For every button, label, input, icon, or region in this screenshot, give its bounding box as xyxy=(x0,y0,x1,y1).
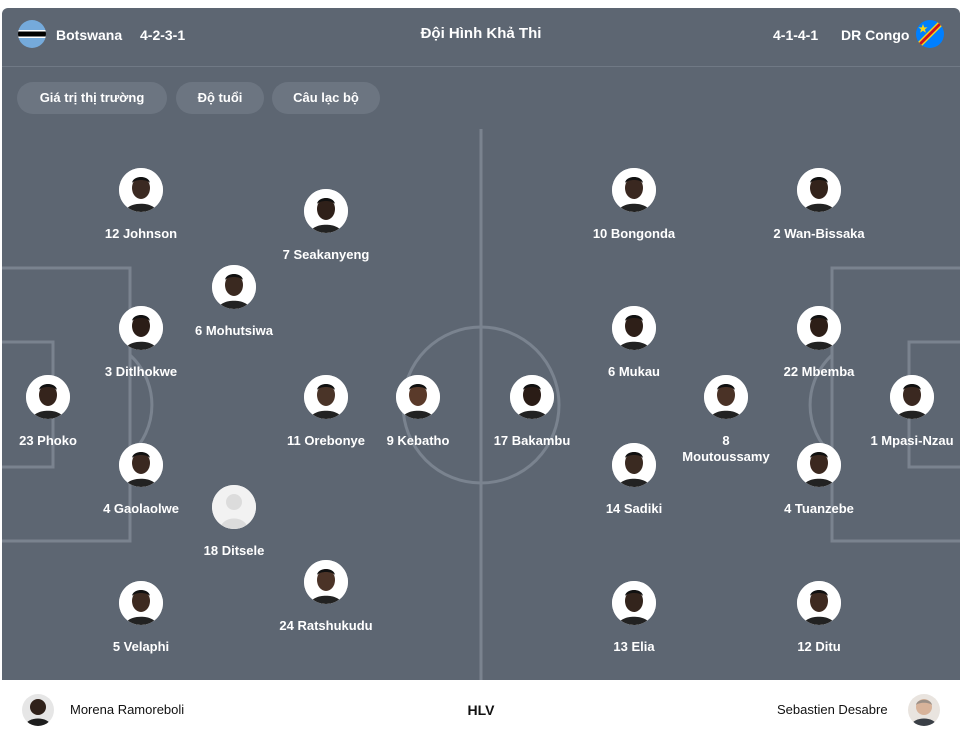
player-avatar xyxy=(612,443,656,487)
player-label: 17 Bakambu xyxy=(493,433,571,448)
player-avatar xyxy=(26,375,70,419)
player-away-17-bakambu[interactable]: 17 Bakambu xyxy=(477,375,587,449)
player-home-7-seakanyeng[interactable]: 7 Seakanyeng xyxy=(271,189,381,263)
player-label: 10 Bongonda xyxy=(592,226,676,241)
player-avatar xyxy=(304,560,348,604)
player-avatar xyxy=(890,375,934,419)
player-avatar xyxy=(704,375,748,419)
player-home-23-phoko[interactable]: 23 Phoko xyxy=(2,375,103,449)
player-avatar xyxy=(119,581,163,625)
player-label: 18 Ditsele xyxy=(203,543,265,558)
player-label: 9 Kebatho xyxy=(386,433,450,448)
player-avatar xyxy=(510,375,554,419)
age-filter-button[interactable]: Độ tuổi xyxy=(176,82,264,114)
player-avatar xyxy=(119,306,163,350)
filter-bar: Giá trị thị trường Độ tuổi Câu lạc bộ xyxy=(2,67,960,129)
player-home-9-kebatho[interactable]: 9 Kebatho xyxy=(363,375,473,449)
player-label: 7 Seakanyeng xyxy=(282,247,370,262)
player-label: 13 Elia xyxy=(613,639,655,654)
player-label: 24 Ratshukudu xyxy=(279,618,373,633)
lineup-card: Botswana 4-2-3-1 Đội Hình Khả Thi 4-1-4-… xyxy=(2,8,960,739)
player-avatar xyxy=(797,581,841,625)
player-avatar xyxy=(797,168,841,212)
away-coach-name[interactable]: Sebastien Desabre xyxy=(777,702,888,717)
away-formation: 4-1-4-1 xyxy=(773,27,819,43)
player-avatar xyxy=(612,581,656,625)
player-away-13-elia[interactable]: 13 Elia xyxy=(579,581,689,655)
pitch: 12 Johnson 7 Seakanyeng 6 Mohutsiwa 3 Di… xyxy=(2,129,960,680)
player-away-14-sadiki[interactable]: 14 Sadiki xyxy=(579,443,689,517)
player-avatar xyxy=(119,443,163,487)
player-avatar xyxy=(396,375,440,419)
player-away-22-mbemba[interactable]: 22 Mbemba xyxy=(764,306,874,380)
dr-congo-flag-icon xyxy=(916,20,944,48)
player-label: 12 Johnson xyxy=(104,226,178,241)
club-filter-button[interactable]: Câu lạc bộ xyxy=(272,82,380,114)
player-label: 2 Wan-Bissaka xyxy=(773,226,865,241)
player-home-5-velaphi[interactable]: 5 Velaphi xyxy=(86,581,196,655)
player-avatar xyxy=(612,306,656,350)
player-avatar xyxy=(119,168,163,212)
player-away-6-mukau[interactable]: 6 Mukau xyxy=(579,306,689,380)
player-avatar xyxy=(612,168,656,212)
player-away-4-tuanzebe[interactable]: 4 Tuanzebe xyxy=(764,443,874,517)
player-away-2-wan-bissaka[interactable]: 2 Wan-Bissaka xyxy=(764,168,874,242)
player-avatar xyxy=(212,485,256,529)
away-coach-avatar xyxy=(908,694,940,726)
player-away-10-bongonda[interactable]: 10 Bongonda xyxy=(579,168,689,242)
player-label: 14 Sadiki xyxy=(605,501,663,516)
lineup-header: Botswana 4-2-3-1 Đội Hình Khả Thi 4-1-4-… xyxy=(2,8,960,67)
player-home-3-ditlhokwe[interactable]: 3 Ditlhokwe xyxy=(86,306,196,380)
player-home-18-ditsele[interactable]: 18 Ditsele xyxy=(179,485,289,559)
player-away-12-ditu[interactable]: 12 Ditu xyxy=(764,581,874,655)
player-label: 4 Tuanzebe xyxy=(784,501,854,516)
player-home-12-johnson[interactable]: 12 Johnson xyxy=(86,168,196,242)
player-avatar xyxy=(304,189,348,233)
player-avatar xyxy=(212,265,256,309)
player-avatar xyxy=(797,306,841,350)
coaches-bar: Morena Ramoreboli HLV Sebastien Desabre xyxy=(2,680,960,739)
away-team-name[interactable]: DR Congo xyxy=(841,27,909,43)
player-avatar xyxy=(797,443,841,487)
player-avatar xyxy=(304,375,348,419)
market-value-filter-button[interactable]: Giá trị thị trường xyxy=(17,82,167,114)
player-away-1-mpasi-nzau[interactable]: 1 Mpasi-Nzau xyxy=(857,375,960,449)
player-label: 5 Velaphi xyxy=(112,639,170,654)
player-home-24-ratshukudu[interactable]: 24 Ratshukudu xyxy=(271,560,381,634)
player-label: 12 Ditu xyxy=(797,639,841,654)
